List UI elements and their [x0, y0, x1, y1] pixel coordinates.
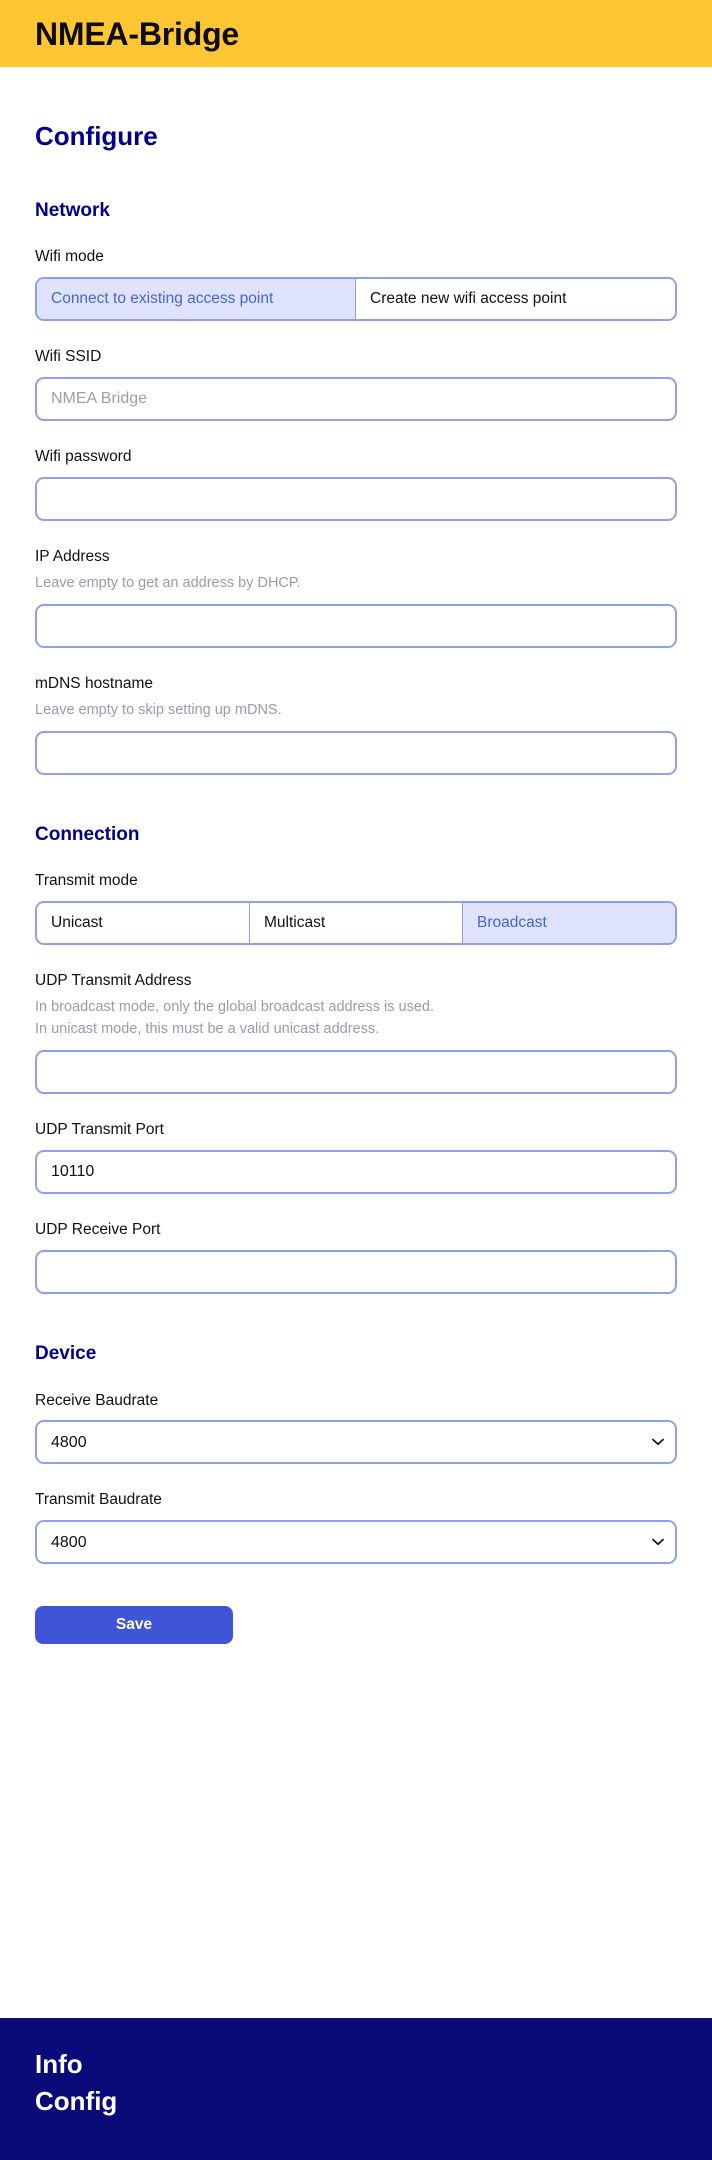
- field-udp-receive-port: UDP Receive Port: [35, 1220, 677, 1294]
- segment-broadcast[interactable]: Broadcast: [463, 903, 675, 944]
- transmit-baudrate-select[interactable]: 4800: [35, 1520, 677, 1565]
- label-mdns-hostname: mDNS hostname: [35, 674, 154, 692]
- segment-connect-existing-ap[interactable]: Connect to existing access point: [37, 279, 356, 320]
- help-mdns-hostname: Leave empty to skip setting up mDNS.: [35, 701, 282, 718]
- section-heading-connection: Connection: [35, 823, 140, 845]
- save-button[interactable]: Save: [35, 1606, 233, 1645]
- udp-receive-port-input[interactable]: [35, 1249, 677, 1294]
- label-wifi-ssid: Wifi SSID: [35, 348, 102, 366]
- help-udp-transmit-address: In broadcast mode, only the global broad…: [35, 997, 677, 1041]
- field-wifi-password: Wifi password: [35, 447, 677, 522]
- label-wifi-password: Wifi password: [35, 448, 132, 466]
- section-heading-network: Network: [35, 199, 110, 221]
- receive-baudrate-select-wrap: 4800: [35, 1420, 677, 1465]
- label-receive-baudrate: Receive Baudrate: [35, 1391, 159, 1409]
- field-udp-transmit-port: UDP Transmit Port: [35, 1120, 677, 1194]
- field-receive-baudrate: Receive Baudrate 4800: [35, 1391, 677, 1465]
- transmit-baudrate-select-wrap: 4800: [35, 1520, 677, 1565]
- field-wifi-mode: Wifi mode Connect to existing access poi…: [35, 247, 677, 322]
- field-mdns-hostname: mDNS hostname Leave empty to skip settin…: [35, 674, 677, 775]
- wifi-password-input[interactable]: [35, 477, 677, 522]
- field-wifi-ssid: Wifi SSID: [35, 347, 677, 422]
- receive-baudrate-select[interactable]: 4800: [35, 1420, 677, 1465]
- transmit-mode-segmented-control[interactable]: Unicast Multicast Broadcast: [35, 901, 677, 946]
- section-heading-device: Device: [35, 1342, 97, 1364]
- label-ip-address: IP Address: [35, 548, 110, 566]
- app-footer: Info Config: [0, 2018, 712, 2160]
- main-content: Configure Network Wifi mode Connect to e…: [0, 67, 712, 2018]
- field-udp-transmit-address: UDP Transmit Address In broadcast mode, …: [35, 971, 677, 1094]
- label-wifi-mode: Wifi mode: [35, 248, 104, 266]
- footer-link-config[interactable]: Config: [35, 2083, 677, 2120]
- label-udp-transmit-address: UDP Transmit Address: [35, 972, 192, 990]
- wifi-ssid-input[interactable]: [35, 377, 677, 422]
- app-header: NMEA-Bridge: [0, 0, 712, 67]
- label-udp-receive-port: UDP Receive Port: [35, 1220, 161, 1238]
- app-title: NMEA-Bridge: [35, 15, 240, 52]
- mdns-hostname-input[interactable]: [35, 730, 677, 775]
- label-udp-transmit-port: UDP Transmit Port: [35, 1120, 164, 1138]
- help-udp-transmit-address-line2: In unicast mode, this must be a valid un…: [35, 1021, 380, 1038]
- page-title: Configure: [35, 121, 158, 151]
- help-ip-address: Leave empty to get an address by DHCP.: [35, 575, 301, 592]
- footer-link-info[interactable]: Info: [35, 2046, 677, 2083]
- field-transmit-mode: Transmit mode Unicast Multicast Broadcas…: [35, 871, 677, 946]
- wifi-mode-segmented-control[interactable]: Connect to existing access point Create …: [35, 277, 677, 322]
- ip-address-input[interactable]: [35, 603, 677, 648]
- save-row: Save: [35, 1606, 677, 1654]
- bottom-spacer: [35, 1654, 677, 1742]
- field-transmit-baudrate: Transmit Baudrate 4800: [35, 1490, 677, 1565]
- segment-create-new-ap[interactable]: Create new wifi access point: [356, 279, 675, 320]
- label-transmit-baudrate: Transmit Baudrate: [35, 1491, 162, 1509]
- udp-transmit-address-input[interactable]: [35, 1049, 677, 1094]
- segment-multicast[interactable]: Multicast: [250, 903, 463, 944]
- udp-transmit-port-input[interactable]: [35, 1149, 677, 1194]
- label-transmit-mode: Transmit mode: [35, 872, 138, 890]
- segment-unicast[interactable]: Unicast: [37, 903, 250, 944]
- page-root: NMEA-Bridge Configure Network Wifi mode …: [0, 0, 712, 2160]
- help-udp-transmit-address-line1: In broadcast mode, only the global broad…: [35, 999, 434, 1016]
- field-ip-address: IP Address Leave empty to get an address…: [35, 547, 677, 648]
